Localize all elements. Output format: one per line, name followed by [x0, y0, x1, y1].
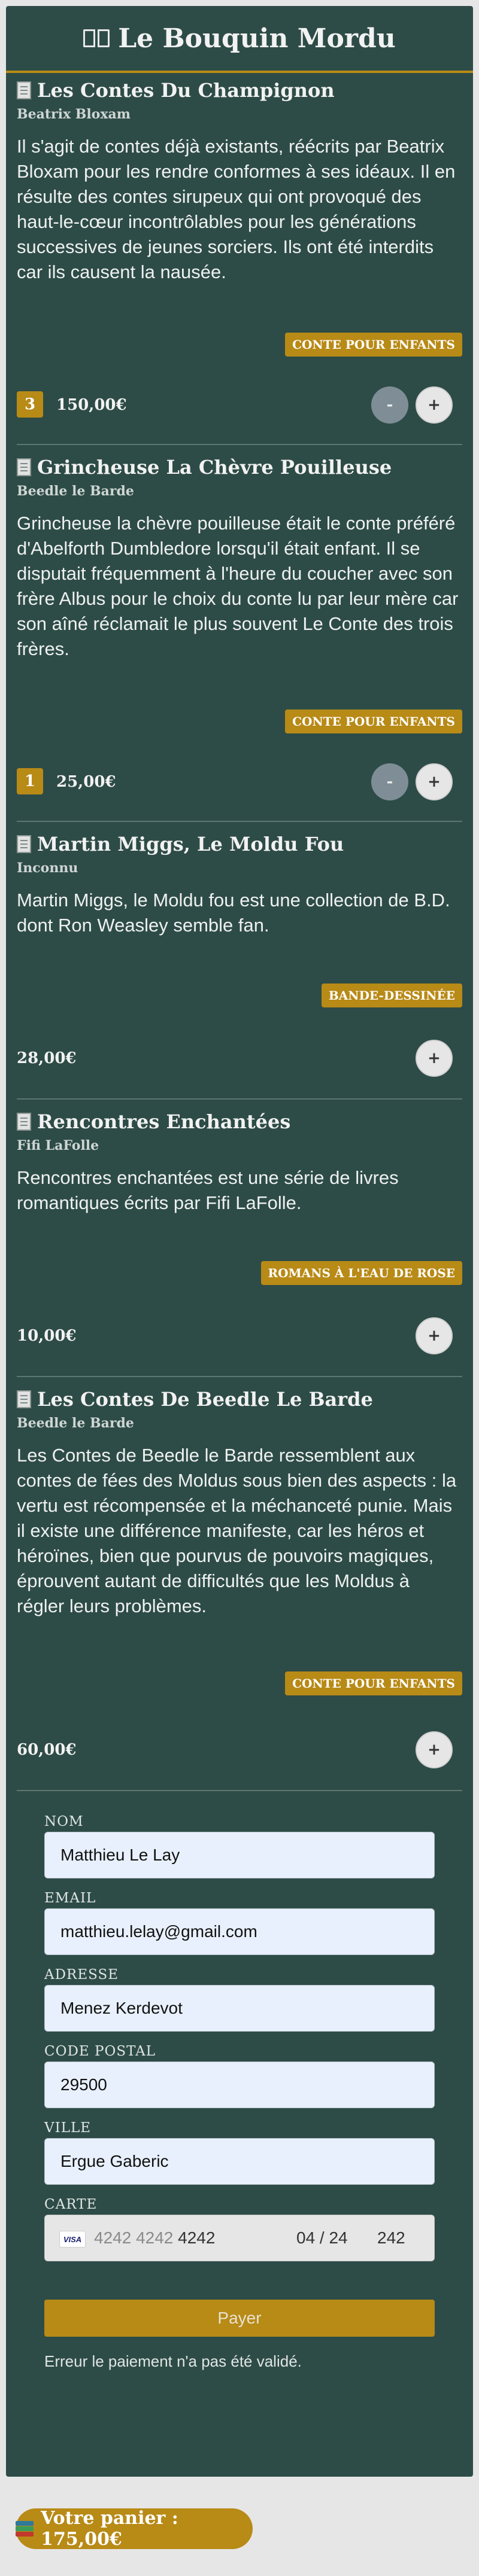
books-icon [16, 2521, 34, 2537]
site-title: Le Bouquin Mordu [118, 23, 396, 54]
product-card: Les Contes De Beedle Le Barde Beedle le … [17, 1388, 462, 1791]
product-card: Grincheuse La Chèvre Pouilleuse Beedle l… [17, 456, 462, 822]
city-label: VILLE [44, 2120, 92, 2136]
product-price: 28,00€ [17, 1049, 77, 1067]
product-title: Grincheuse La Chèvre Pouilleuse [17, 456, 392, 479]
pay-button[interactable]: Payer [44, 2300, 435, 2337]
card-cvc[interactable]: 242 [377, 2228, 405, 2248]
product-title: Les Contes Du Champignon [17, 79, 335, 102]
email-field[interactable]: matthieu.lelay@gmail.com [44, 1908, 435, 1955]
card-number[interactable]: 4242 4242 4242 [94, 2228, 215, 2248]
increase-button[interactable]: + [416, 763, 453, 800]
category-badge: CONTE POUR ENFANTS [285, 710, 462, 733]
book-icon [17, 81, 31, 99]
product-card: Rencontres Enchantées Fifi LaFolle Renco… [17, 1110, 462, 1377]
category-badge: CONTE POUR ENFANTS [285, 333, 462, 357]
address-label: ADRESSE [44, 1967, 119, 1983]
product-author: Fifi LaFolle [17, 1138, 99, 1153]
product-author: Beedle le Barde [17, 483, 134, 499]
product-description: Il s'agit de contes déjà existants, rééc… [17, 136, 456, 282]
product-description: Rencontres enchantées est une série de l… [17, 1167, 399, 1213]
increase-button[interactable]: + [416, 1731, 453, 1768]
product-card: Martin Miggs, Le Moldu Fou Inconnu Marti… [17, 833, 462, 1100]
card-label: CARTE [44, 2197, 98, 2212]
category-badge: BANDE-DESSINÉE [321, 983, 462, 1007]
decrease-button[interactable]: - [371, 763, 408, 800]
open-book-icon [83, 27, 110, 50]
category-badge: CONTE POUR ENFANTS [285, 1671, 462, 1695]
increase-button[interactable]: + [416, 1040, 453, 1077]
payment-error-message: Erreur le paiement n'a pas été validé. [44, 2352, 302, 2370]
book-icon [17, 1390, 31, 1408]
book-icon [17, 835, 31, 853]
product-price: 10,00€ [17, 1327, 77, 1345]
increase-button[interactable]: + [416, 1317, 453, 1354]
product-title: Les Contes De Beedle Le Barde [17, 1388, 373, 1411]
visa-icon: VISA [59, 2231, 86, 2248]
address-field[interactable]: Menez Kerdevot [44, 1985, 435, 2032]
product-description: Martin Miggs, le Moldu fou est une colle… [17, 890, 450, 936]
product-author: Beedle le Barde [17, 1415, 134, 1431]
increase-button[interactable]: + [416, 386, 453, 424]
product-author: Beatrix Bloxam [17, 106, 131, 122]
book-icon [17, 1113, 31, 1131]
product-price: 25,00€ [56, 773, 116, 791]
product-description: Grincheuse la chèvre pouilleuse était le… [17, 513, 459, 659]
quantity-badge: 3 [17, 391, 43, 418]
card-field[interactable]: VISA 4242 4242 4242 04 / 24 242 [44, 2215, 435, 2261]
product-title: Martin Miggs, Le Moldu Fou [17, 833, 344, 855]
postal-code-field[interactable]: 29500 [44, 2062, 435, 2108]
product-title: Rencontres Enchantées [17, 1110, 290, 1133]
main-panel: Le Bouquin Mordu Les Contes Du Champigno… [6, 6, 473, 2477]
cart-total: Votre panier : 175,00€ [41, 2508, 178, 2550]
product-price: 150,00€ [56, 396, 127, 414]
product-description: Les Contes de Beedle le Barde ressemblen… [17, 1445, 457, 1616]
postal-code-label: CODE POSTAL [44, 2044, 156, 2059]
book-icon [17, 458, 31, 476]
city-field[interactable]: Ergue Gaberic [44, 2138, 435, 2185]
product-author: Inconnu [17, 860, 78, 876]
quantity-badge: 1 [17, 768, 43, 794]
card-expiry[interactable]: 04 / 24 [296, 2228, 348, 2248]
name-field[interactable]: Matthieu Le Lay [44, 1832, 435, 1878]
category-badge: ROMANS À L'EAU DE ROSE [260, 1261, 462, 1285]
product-price: 60,00€ [17, 1741, 77, 1759]
email-label: EMAIL [44, 1890, 96, 1906]
cart-button[interactable]: Votre panier : 175,00€ [16, 2508, 253, 2550]
product-card: Les Contes Du Champignon Beatrix Bloxam … [17, 79, 462, 445]
site-header: Le Bouquin Mordu [6, 6, 473, 73]
name-label: NOM [44, 1814, 84, 1829]
decrease-button[interactable]: - [371, 386, 408, 424]
